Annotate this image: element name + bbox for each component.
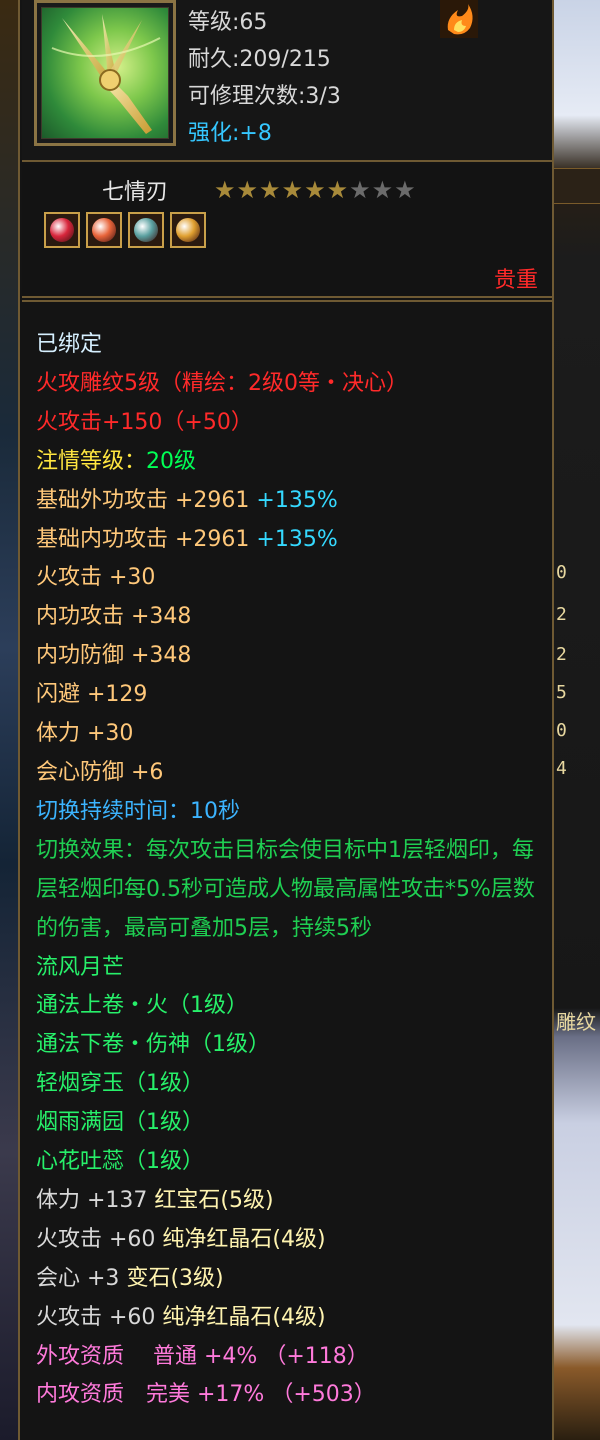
gem-stat-line: 火攻击 +60 纯净红晶石(4级) [36, 1221, 540, 1260]
gem-stat: 火攻击 +60 [36, 1226, 156, 1252]
gem-name: 红宝石(5级) [154, 1187, 274, 1213]
base-external-label: 基础外功攻击 +2961 [36, 487, 250, 513]
gem-face [50, 218, 74, 242]
devotion-value: 20级 [146, 448, 197, 474]
stat-line: 内功攻击 +348 [36, 604, 192, 630]
background-right-panel: 0 2 2 5 0 4 雕纹 [554, 0, 600, 1440]
star-rating: ★★★★★★★★★ [214, 176, 417, 204]
fire-attack-line: 火攻击+150（+50） [36, 409, 253, 435]
base-internal-pct: +135% [256, 526, 338, 552]
stat-line: 火攻击 +30 [36, 565, 156, 591]
side-number: 4 [556, 758, 567, 779]
gem-name: 纯净红晶石(4级) [162, 1226, 326, 1252]
gem-face [176, 218, 200, 242]
side-panel-tab [554, 168, 600, 204]
switch-effect: 切换效果：每次攻击目标会使目标中1层轻烟印，每层轻烟印每0.5秒可造成人物最高属… [36, 837, 535, 941]
engrave-line: 火攻雕纹5级（精绘：2级0等・决心） [36, 370, 408, 396]
item-repair-count: 可修理次数:3/3 [188, 84, 341, 109]
gem-stat-line: 火攻击 +60 纯净红晶石(4级) [36, 1299, 540, 1338]
star-filled-icon: ★ [236, 176, 260, 204]
gem-face [92, 218, 116, 242]
side-number: 2 [556, 604, 567, 625]
star-empty-icon: ★ [394, 176, 417, 204]
skill-line: 流风月芒 [36, 954, 125, 980]
item-enhance: 强化:+8 [188, 115, 341, 152]
skill-line: 烟雨满园（1级） [36, 1110, 204, 1136]
background-left-scene [0, 0, 18, 1440]
gem-stat: 体力 +137 [36, 1187, 148, 1213]
item-icon-frame[interactable] [34, 0, 176, 146]
stat-line: 闪避 +129 [36, 682, 148, 708]
aptitude-line: 内攻资质 完美 +17% （+503） [36, 1382, 376, 1408]
enhance-value: +8 [239, 121, 272, 146]
side-number: 0 [556, 562, 567, 583]
item-name: 七情刃 [102, 180, 169, 205]
gem-name: 纯净红晶石(4级) [162, 1304, 326, 1330]
skill-line: 心花吐蕊（1级） [36, 1149, 204, 1175]
gem-stat: 会心 +3 [36, 1265, 120, 1291]
side-number: 5 [556, 682, 567, 703]
tooltip-body: 已绑定 火攻雕纹5级（精绘：2级0等・决心） 火攻击+150（+50） 注情等级… [22, 300, 552, 1440]
skill-line: 轻烟穿玉（1级） [36, 1071, 204, 1097]
socket-gems [44, 212, 206, 248]
gem-stat-line: 体力 +137 红宝石(5级) [36, 1182, 540, 1221]
gem-stat-line: 会心 +3 变石(3级) [36, 1260, 540, 1299]
devotion-label: 注情等级： [36, 448, 147, 474]
side-label: 雕纹 [556, 1010, 596, 1034]
switch-duration: 切换持续时间：10秒 [36, 798, 240, 824]
base-external-pct: +135% [256, 487, 338, 513]
star-filled-icon: ★ [281, 176, 305, 204]
orange-gem-icon[interactable] [86, 212, 122, 248]
base-internal-attack: 基础内功攻击 +2961 +135% [36, 521, 540, 560]
base-external-attack: 基础外功攻击 +2961 +135% [36, 482, 540, 521]
item-level: 等级:65 [188, 10, 268, 35]
fire-element-icon [440, 0, 478, 38]
star-filled-icon: ★ [304, 176, 327, 204]
item-rarity: 贵重 [493, 268, 538, 293]
star-empty-icon: ★ [371, 176, 395, 204]
item-meta: 等级:65 耐久:209/215 可修理次数:3/3 强化:+8 [188, 4, 341, 152]
star-filled-icon: ★ [259, 176, 282, 204]
red-gem-icon[interactable] [44, 212, 80, 248]
stat-line: 体力 +30 [36, 721, 134, 747]
star-filled-icon: ★ [214, 176, 237, 204]
gem-name: 变石(3级) [126, 1265, 224, 1291]
item-tooltip: 等级:65 耐久:209/215 可修理次数:3/3 强化:+8 七情刃 ★★★… [18, 0, 554, 1440]
stat-line: 内功防御 +348 [36, 643, 192, 669]
side-number: 2 [556, 644, 567, 665]
gem-stat: 火攻击 +60 [36, 1304, 156, 1330]
skill-line: 通法下卷・伤神（1级） [36, 1032, 270, 1058]
item-durability: 耐久:209/215 [188, 47, 331, 72]
weapon-sword-icon [41, 7, 169, 139]
base-internal-label: 基础内功攻击 +2961 [36, 526, 250, 552]
bound-status: 已绑定 [36, 332, 103, 357]
aptitude-line: 外攻资质 普通 +4% （+118） [36, 1343, 369, 1369]
stat-line: 会心防御 +6 [36, 759, 164, 785]
multicolor-gem-icon[interactable] [128, 212, 164, 248]
item-name-section: 七情刃 ★★★★★★★★★ 贵重 [22, 164, 552, 298]
tooltip-header: 等级:65 耐久:209/215 可修理次数:3/3 强化:+8 [22, 0, 552, 162]
devotion-line: 注情等级：20级 [36, 443, 540, 482]
star-empty-icon: ★ [349, 176, 372, 204]
skill-line: 通法上卷・火（1级） [36, 993, 248, 1019]
gem-face [134, 218, 158, 242]
enhance-label: 强化: [188, 121, 240, 146]
side-number: 0 [556, 720, 567, 741]
star-filled-icon: ★ [326, 176, 350, 204]
yellow-gem-icon[interactable] [170, 212, 206, 248]
